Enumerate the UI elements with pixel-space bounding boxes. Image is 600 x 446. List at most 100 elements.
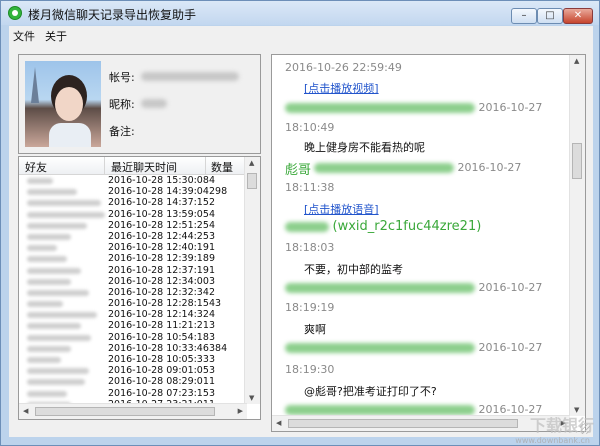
friend-name-blurred [27,390,67,397]
last-chat-time-cell: 2016-10-28 11:21:21 [108,320,209,332]
last-chat-time-cell: 2016-10-28 08:29:01 [108,376,209,388]
table-row[interactable]: 2016-10-28 12:37:19 1 [19,265,247,276]
message-count-cell: 1 [209,242,216,254]
table-rows: 2016-10-28 15:30:08 4 2016-10-28 14:39:04 2… [19,175,247,410]
maximize-button[interactable]: □ [537,8,563,24]
scroll-down-arrow-icon[interactable]: ▼ [249,394,254,402]
sender-name-blurred [285,283,475,293]
table-row[interactable]: 2016-10-28 10:05:33 3 [19,354,247,365]
last-chat-time-cell: 2016-10-28 14:39:04 [108,186,209,198]
friend-name-blurred [27,278,71,285]
close-button[interactable]: ✕ [563,8,593,24]
message-count-cell: 2 [209,197,216,209]
message-count-cell: 1 [209,376,216,388]
table-row[interactable]: 2016-10-28 12:34:00 3 [19,276,247,287]
last-chat-time-cell: 2016-10-28 14:37:15 [108,197,209,209]
chat-sender-line: 2016-10-27 [314,161,521,174]
nickname-label: 昵称: [109,98,135,111]
avatar [25,61,101,147]
title-bar[interactable]: 楼月微信聊天记录导出恢复助手 – □ ✕ [1,1,599,25]
message-text: 晚上健身房不能看热的呢 [304,141,425,154]
table-row[interactable]: 2016-10-28 08:29:01 1 [19,376,247,387]
face-shape [55,87,83,121]
column-header-last-chat[interactable]: 最近聊天时间 [111,159,177,175]
scroll-left-arrow-icon[interactable]: ◀ [23,407,28,415]
message-count-cell: 3 [209,354,216,365]
friends-horizontal-scrollbar[interactable]: ◀ ▶ [19,403,247,419]
table-row[interactable]: 2016-10-28 12:51:25 4 [19,220,247,231]
friends-vertical-scrollbar[interactable]: ▲ ▼ [244,157,260,404]
play-voice-link[interactable]: [点击播放语音] [304,201,379,217]
menu-bar: 文件 关于 [9,26,593,44]
note-label: 备注: [109,125,135,138]
table-row[interactable]: 2016-10-28 12:14:32 4 [19,309,247,320]
sender-name-blurred [285,222,329,232]
scroll-thumb[interactable] [35,407,215,416]
column-divider[interactable] [205,157,206,174]
column-header-friend[interactable]: 好友 [25,159,47,175]
scroll-left-arrow-icon[interactable]: ◀ [276,419,281,427]
table-row[interactable]: 2016-10-28 07:23:15 3 [19,388,247,399]
message-count-cell: 43 [209,298,222,310]
table-row[interactable]: 2016-10-28 10:33:46 384 [19,343,247,354]
last-chat-time-cell: 2016-10-28 12:37:19 [108,264,209,276]
column-divider[interactable] [104,157,105,174]
friend-name-blurred [27,189,77,196]
scroll-right-arrow-icon[interactable]: ▶ [238,407,243,415]
table-row[interactable]: 2016-10-28 14:39:04 298 [19,186,247,197]
table-row[interactable]: 2016-10-28 09:01:05 3 [19,365,247,376]
profile-panel: 帐号: 昵称: 备注: [18,54,261,154]
play-video-link[interactable]: [点击播放视频] [304,80,379,96]
table-row[interactable]: 2016-10-28 12:40:19 1 [19,242,247,253]
table-row[interactable]: 2016-10-28 12:44:25 3 [19,231,247,242]
sender-name: 彪哥 [285,163,312,178]
message-count-cell: 298 [209,186,228,198]
table-row[interactable]: 2016-10-28 14:37:15 2 [19,197,247,208]
chat-vertical-scrollbar[interactable]: ▲ ▼ [569,55,585,416]
message-count-cell: 3 [209,331,216,343]
table-row[interactable]: 2016-10-28 13:59:05 4 [19,209,247,220]
last-chat-time-cell: 2016-10-28 12:40:19 [108,242,209,254]
friend-name-blurred [27,245,57,252]
scroll-up-arrow-icon[interactable]: ▲ [574,57,579,65]
friend-name-blurred [27,233,71,240]
friend-name-blurred [27,345,71,352]
friend-name-blurred [27,334,91,341]
table-row[interactable]: 2016-10-28 11:21:21 3 [19,320,247,331]
message-time: 18:11:38 [285,181,335,194]
column-header-count[interactable]: 数量 [211,159,233,175]
app-logo-icon [8,6,22,20]
last-chat-time-cell: 2016-10-28 12:34:00 [108,275,209,287]
table-row[interactable]: 2016-10-28 10:54:18 3 [19,332,247,343]
tower-shape [31,67,39,103]
chat-horizontal-scrollbar[interactable]: ◀ ▶ [272,415,570,431]
message-count-cell: 4 [209,309,216,321]
last-chat-time-cell: 2016-10-28 12:28:15 [108,298,209,310]
sender-wxid: (wxid_r2c1fuc44zre21) [332,219,482,234]
message-count-cell: 3 [209,320,216,332]
friends-table[interactable]: 好友 最近聊天时间 数量 2016-10-28 15:30:08 4 2016-10… [18,156,261,420]
table-row[interactable]: 2016-10-28 12:39:18 9 [19,253,247,264]
chat-sender-line: 2016-10-27 [285,281,542,294]
last-chat-time-cell: 2016-10-28 10:54:18 [108,331,209,343]
menu-file[interactable]: 文件 [13,28,35,44]
minimize-button[interactable]: – [511,8,537,24]
menu-about[interactable]: 关于 [45,28,67,44]
friend-name-blurred [27,200,101,207]
scroll-thumb[interactable] [247,173,257,189]
chat-sender-line: 2016-10-27 [285,101,542,114]
table-row[interactable]: 2016-10-28 12:28:15 43 [19,298,247,309]
table-row[interactable]: 2016-10-28 12:32:34 2 [19,287,247,298]
sender-name-blurred [285,343,475,353]
message-count-cell: 3 [209,387,216,399]
chat-history-panel[interactable]: 2016-10-26 22:59:49 [点击播放视频] 2016-10-27 … [271,54,586,432]
last-chat-time-cell: 2016-10-28 12:32:34 [108,286,209,298]
table-row[interactable]: 2016-10-28 15:30:08 4 [19,175,247,186]
scroll-thumb[interactable] [288,419,518,428]
friend-name-blurred [27,222,87,229]
watermark-logo: 下载银行 [529,416,594,435]
message-count-cell: 1 [209,264,216,276]
scroll-thumb[interactable] [572,143,582,179]
scroll-up-arrow-icon[interactable]: ▲ [249,159,254,167]
message-text: 不要，初中部的监考 [304,263,403,276]
